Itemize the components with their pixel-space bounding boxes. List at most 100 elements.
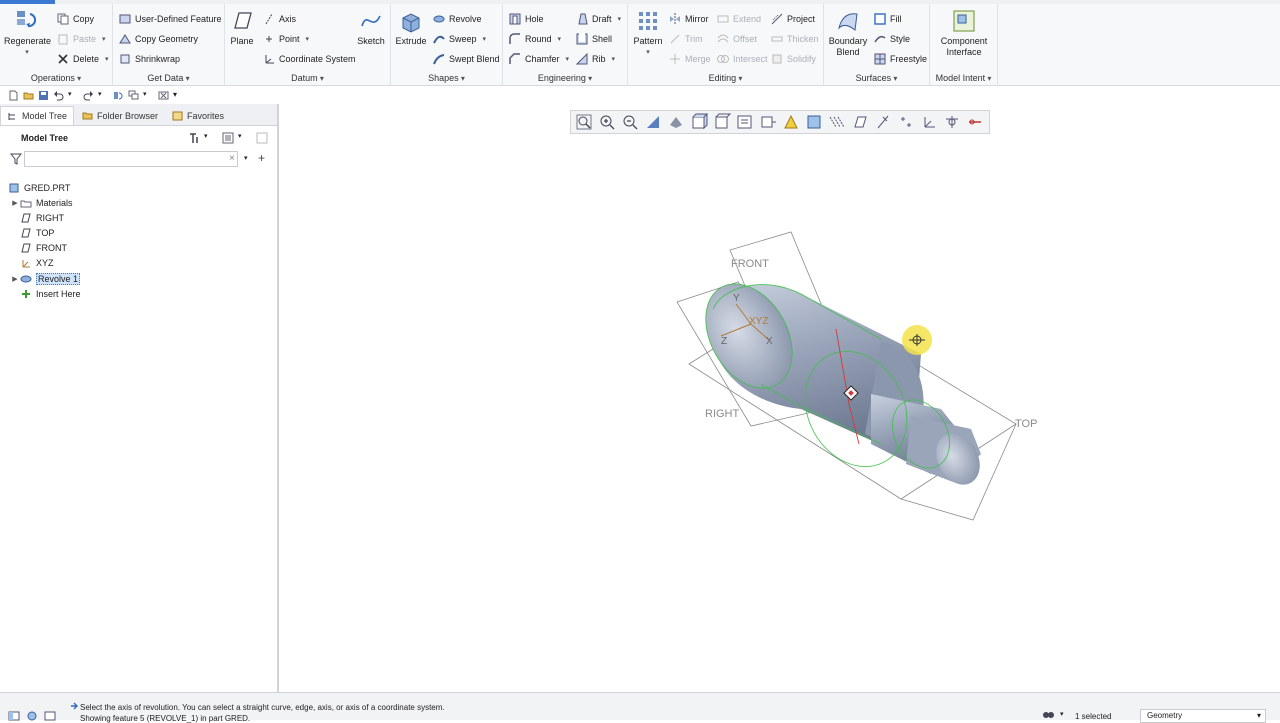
paste-dropdown-icon[interactable]: ▾ [102,35,106,43]
style-button[interactable]: Style [874,31,910,47]
annotation-display-icon[interactable] [805,113,823,131]
csys-display-icon[interactable] [920,113,938,131]
datum-front-label[interactable]: FRONT [731,258,769,270]
plane-tag-display-icon[interactable] [851,113,869,131]
tree-settings-icon[interactable] [188,132,200,144]
freestyle-button[interactable]: Freestyle [874,51,927,67]
tab-favorites[interactable]: Favorites [166,106,230,125]
tree-item-top[interactable]: TOP [10,225,54,240]
zoom-out-icon[interactable] [621,113,639,131]
new-file-icon[interactable] [8,90,19,101]
view-manager-icon[interactable] [713,113,732,131]
group-label-engineering[interactable]: Engineering [503,73,627,83]
draft-dropdown-icon[interactable]: ▾ [618,15,622,23]
rib-dropdown-icon[interactable]: ▾ [612,55,616,63]
tree-item-insert-here[interactable]: Insert Here [10,286,81,301]
display-style-icon[interactable] [667,113,685,131]
tree-item-gred-prt[interactable]: GRED.PRT [8,180,70,195]
component-interface-button[interactable]: Component Interface [934,8,994,58]
tree-item-right[interactable]: RIGHT [10,210,64,225]
tree-item-front[interactable]: FRONT [10,240,67,255]
group-label-get-data[interactable]: Get Data [113,73,224,83]
tree-item-materials[interactable]: ▶ Materials [10,195,72,210]
customize-qat-icon[interactable]: ▾ [173,90,184,101]
project-button[interactable]: Project [771,11,815,27]
redo-icon[interactable] [83,90,94,101]
swept-blend-button[interactable]: Swept Blend [433,51,500,67]
open-folder-icon[interactable] [23,90,34,101]
boundary-blend-button[interactable]: Boundary Blend [827,8,869,58]
merge-button[interactable]: Merge [669,51,711,67]
sweep-button[interactable]: Sweep ▾ [433,31,486,47]
axis-display-icon[interactable] [874,113,892,131]
spin-center-icon[interactable] [759,113,777,131]
annotations-icon[interactable] [966,113,984,131]
perspective-view-icon[interactable] [736,113,754,131]
saved-orientations-icon[interactable] [690,113,709,131]
sketch-button[interactable]: Sketch [355,8,387,47]
group-label-operations[interactable]: Operations [0,73,112,83]
group-label-surfaces[interactable]: Surfaces [824,73,929,83]
show-menu-dropdown-icon[interactable]: ▾ [238,132,250,144]
group-label-shapes[interactable]: Shapes [391,73,502,83]
regenerate-dropdown-icon[interactable]: ▾ [4,47,50,58]
windows-dropdown-icon[interactable]: ▾ [143,90,154,101]
offset-button[interactable]: Offset [717,31,757,47]
tree-item-xyz[interactable]: XYZ [10,255,54,270]
intersect-button[interactable]: Intersect [717,51,768,67]
tree-columns-icon[interactable] [256,132,268,144]
plane-display-icon[interactable] [828,113,846,131]
solidify-button[interactable]: Solidify [771,51,816,67]
clear-search-icon[interactable]: × [229,153,235,164]
tab-folder-browser[interactable]: Folder Browser [76,106,164,125]
round-dropdown-icon[interactable]: ▾ [558,35,562,43]
show-menu-icon[interactable] [222,132,234,144]
refit-icon[interactable] [575,113,593,131]
tree-expander-icon[interactable]: ▶ [10,199,20,207]
regenerate-small-icon[interactable] [113,90,124,101]
copy-button[interactable]: Copy [57,11,94,27]
hole-button[interactable]: Hole [509,11,544,27]
search-dropdown-icon[interactable]: ▾ [244,154,248,162]
save-icon[interactable] [38,90,49,101]
extrude-button[interactable]: Extrude [394,8,428,47]
user-defined-feature-button[interactable]: User-Defined Feature [119,11,222,27]
repaint-icon[interactable] [644,113,662,131]
graphics-window[interactable]: Z Y X XYZ FRONT RIGHT TOP [281,104,1280,692]
windows-icon[interactable] [128,90,139,101]
undo-dropdown-icon[interactable]: ▾ [68,90,79,101]
tab-model-tree[interactable]: Model Tree [0,106,75,125]
copy-geometry-button[interactable]: Copy Geometry [119,31,198,47]
tree-item-revolve-1[interactable]: ▶ Revolve 1 [10,271,81,286]
chamfer-button[interactable]: Chamfer ▾ [509,51,569,67]
paste-button[interactable]: Paste ▾ [57,31,106,47]
model-viewport[interactable]: Z Y X XYZ FRONT RIGHT TOP [281,104,1280,692]
point-dropdown-icon[interactable]: ▾ [306,35,310,43]
selection-filter-select[interactable]: Geometry [1140,709,1266,723]
pattern-dropdown-icon[interactable]: ▾ [631,47,665,58]
draft-button[interactable]: Draft ▾ [576,11,621,27]
tree-settings-dropdown-icon[interactable]: ▾ [204,132,216,144]
point-button[interactable]: Point ▾ [263,31,309,47]
find-dropdown-icon[interactable]: ▾ [1060,710,1064,718]
tree-search-input[interactable] [24,151,238,167]
plane-button[interactable]: Plane [227,8,257,47]
rib-button[interactable]: Rib ▾ [575,51,616,67]
fill-button[interactable]: Fill [874,11,902,27]
shell-button[interactable]: Shell [576,31,612,47]
datum-right-label[interactable]: RIGHT [705,408,740,420]
thicken-button[interactable]: Thicken [771,31,819,47]
regenerate-button[interactable]: Regenerate ▾ [4,8,51,58]
point-display-icon[interactable] [897,113,915,131]
pattern-button[interactable]: Pattern ▾ [631,8,665,58]
find-icon[interactable] [1042,710,1054,721]
trim-button[interactable]: Trim [669,31,703,47]
chamfer-dropdown-icon[interactable]: ▾ [566,55,570,63]
zoom-in-icon[interactable] [598,113,616,131]
add-filter-icon[interactable]: + [258,151,265,165]
delete-dropdown-icon[interactable]: ▾ [105,55,109,63]
datum-display-icon[interactable] [782,113,800,131]
datum-top-label[interactable]: TOP [1015,418,1037,430]
delete-button[interactable]: Delete ▾ [57,51,109,67]
axis-button[interactable]: Axis [263,11,296,27]
